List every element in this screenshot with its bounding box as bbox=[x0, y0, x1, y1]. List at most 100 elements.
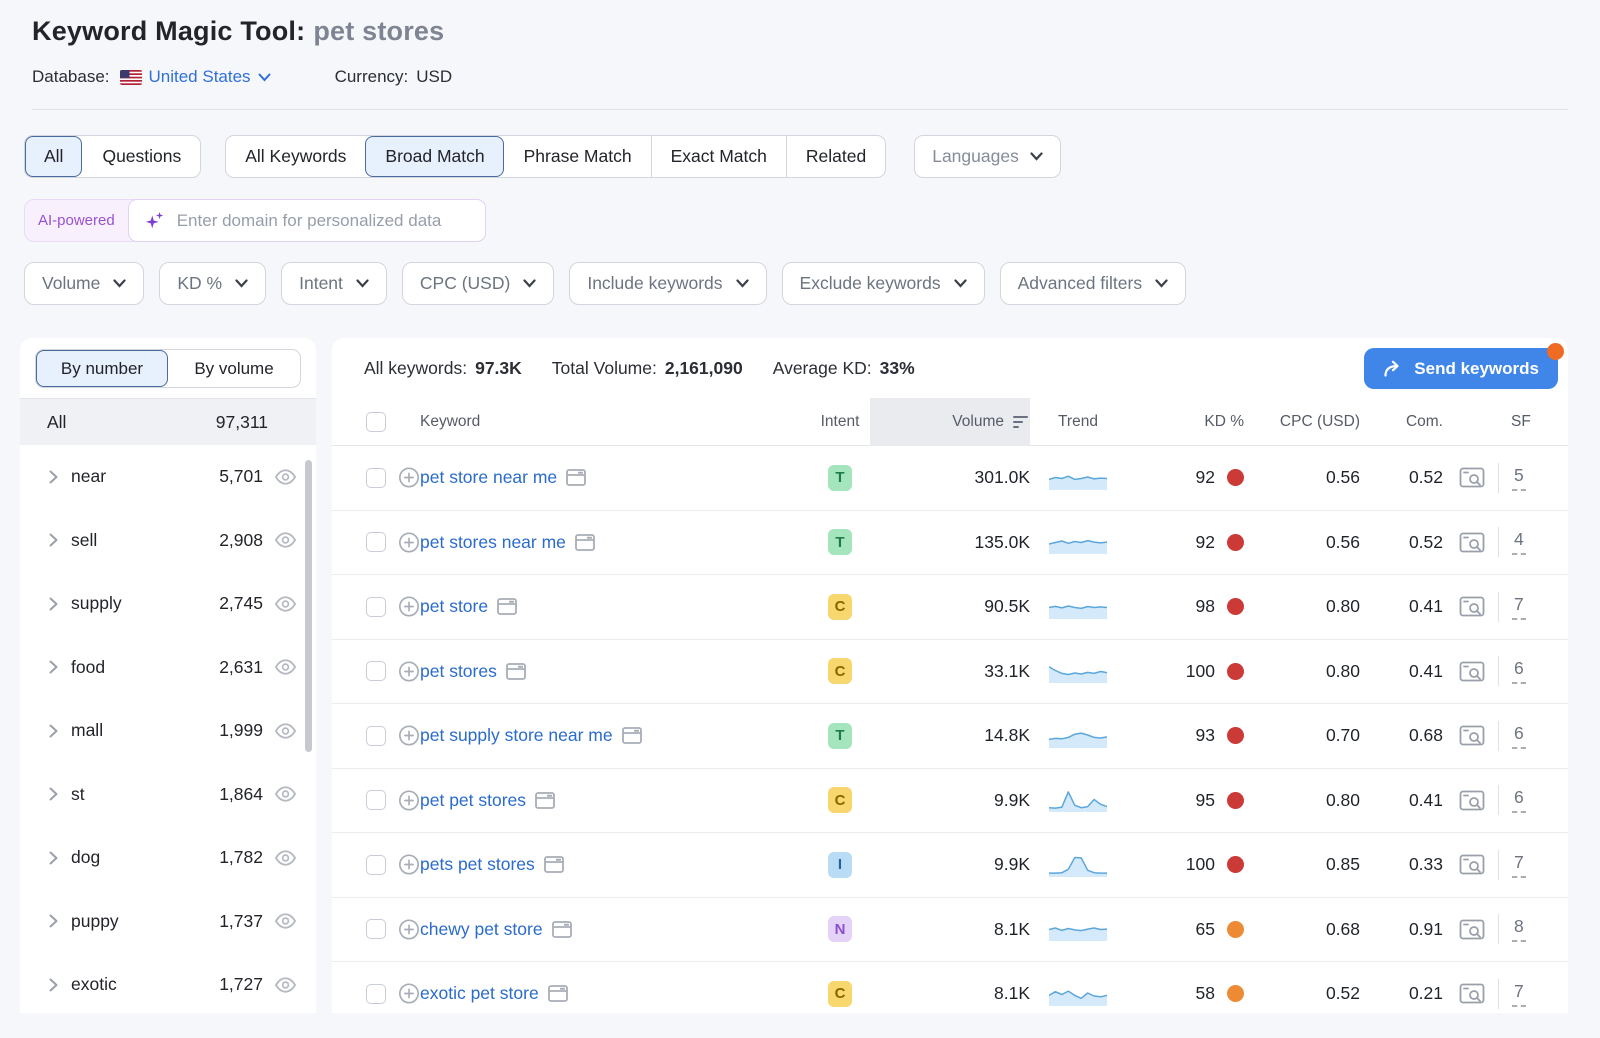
tab-all-keywords[interactable]: All Keywords bbox=[226, 136, 365, 177]
sidebar-group-dog[interactable]: dog 1,782 bbox=[20, 826, 316, 890]
keyword-link[interactable]: pet stores near me bbox=[420, 532, 566, 553]
sidebar-scrollbar[interactable] bbox=[305, 460, 312, 752]
serp-preview-icon[interactable] bbox=[1459, 854, 1485, 875]
filter-include-keywords[interactable]: Include keywords bbox=[569, 262, 766, 305]
sf-value[interactable]: 5 bbox=[1512, 465, 1526, 491]
eye-icon[interactable] bbox=[274, 532, 297, 548]
sidebar-group-supply[interactable]: supply 2,745 bbox=[20, 572, 316, 636]
add-keyword-icon[interactable] bbox=[398, 853, 420, 876]
tab-broad-match[interactable]: Broad Match bbox=[365, 136, 503, 177]
serp-preview-icon[interactable] bbox=[1459, 532, 1485, 553]
filter-advanced-filters[interactable]: Advanced filters bbox=[1000, 262, 1187, 305]
eye-icon[interactable] bbox=[274, 469, 297, 485]
select-all-checkbox[interactable] bbox=[366, 412, 386, 432]
send-keywords-button[interactable]: Send keywords bbox=[1364, 348, 1558, 389]
serp-preview-icon[interactable] bbox=[1459, 725, 1485, 746]
col-trend[interactable]: Trend bbox=[1030, 413, 1126, 431]
keyword-link[interactable]: pet stores bbox=[420, 661, 497, 682]
sort-by-number-tab[interactable]: By number bbox=[36, 350, 168, 387]
serp-window-icon[interactable] bbox=[535, 792, 555, 809]
keyword-link[interactable]: pet store near me bbox=[420, 467, 557, 488]
sf-value[interactable]: 6 bbox=[1512, 787, 1526, 813]
col-keyword[interactable]: Keyword bbox=[420, 413, 810, 431]
domain-input[interactable]: Enter domain for personalized data bbox=[128, 199, 486, 242]
row-checkbox[interactable] bbox=[366, 726, 386, 746]
serp-window-icon[interactable] bbox=[575, 534, 595, 551]
filter-kd[interactable]: KD % bbox=[159, 262, 266, 305]
col-com[interactable]: Com. bbox=[1360, 413, 1443, 431]
filter-intent[interactable]: Intent bbox=[281, 262, 387, 305]
sidebar-group-st[interactable]: st 1,864 bbox=[20, 763, 316, 827]
keyword-link[interactable]: chewy pet store bbox=[420, 919, 543, 940]
sidebar-all-row[interactable]: All 97,311 bbox=[20, 398, 316, 445]
col-cpc[interactable]: CPC (USD) bbox=[1244, 413, 1360, 431]
sidebar-group-exotic[interactable]: exotic 1,727 bbox=[20, 953, 316, 1013]
eye-icon[interactable] bbox=[274, 913, 297, 929]
sf-value[interactable]: 7 bbox=[1512, 594, 1526, 620]
serp-preview-icon[interactable] bbox=[1459, 661, 1485, 682]
serp-window-icon[interactable] bbox=[622, 727, 642, 744]
eye-icon[interactable] bbox=[274, 977, 297, 993]
serp-preview-icon[interactable] bbox=[1459, 983, 1485, 1004]
sf-value[interactable]: 4 bbox=[1512, 529, 1526, 555]
serp-preview-icon[interactable] bbox=[1459, 790, 1485, 811]
serp-window-icon[interactable] bbox=[548, 985, 568, 1002]
col-intent[interactable]: Intent bbox=[810, 413, 870, 431]
tab-phrase-match[interactable]: Phrase Match bbox=[504, 136, 651, 177]
row-checkbox[interactable] bbox=[366, 919, 386, 939]
add-keyword-icon[interactable] bbox=[398, 918, 420, 941]
serp-window-icon[interactable] bbox=[544, 856, 564, 873]
sidebar-group-mall[interactable]: mall 1,999 bbox=[20, 699, 316, 763]
sf-value[interactable]: 6 bbox=[1512, 723, 1526, 749]
tab-exact-match[interactable]: Exact Match bbox=[651, 136, 786, 177]
sidebar-group-food[interactable]: food 2,631 bbox=[20, 636, 316, 700]
add-keyword-icon[interactable] bbox=[398, 724, 420, 747]
col-kd[interactable]: KD % bbox=[1126, 413, 1244, 431]
row-checkbox[interactable] bbox=[366, 597, 386, 617]
add-keyword-icon[interactable] bbox=[398, 660, 420, 683]
tab-related[interactable]: Related bbox=[786, 136, 885, 177]
filter-exclude-keywords[interactable]: Exclude keywords bbox=[782, 262, 985, 305]
keyword-link[interactable]: pet supply store near me bbox=[420, 725, 613, 746]
sidebar-group-near[interactable]: near 5,701 bbox=[20, 445, 316, 509]
keyword-link[interactable]: exotic pet store bbox=[420, 983, 539, 1004]
add-keyword-icon[interactable] bbox=[398, 466, 420, 489]
serp-preview-icon[interactable] bbox=[1459, 596, 1485, 617]
languages-dropdown[interactable]: Languages bbox=[914, 135, 1061, 178]
eye-icon[interactable] bbox=[274, 786, 297, 802]
filter-volume[interactable]: Volume bbox=[24, 262, 144, 305]
add-keyword-icon[interactable] bbox=[398, 982, 420, 1005]
eye-icon[interactable] bbox=[274, 850, 297, 866]
row-checkbox[interactable] bbox=[366, 661, 386, 681]
eye-icon[interactable] bbox=[274, 723, 297, 739]
add-keyword-icon[interactable] bbox=[398, 531, 420, 554]
tab-questions[interactable]: Questions bbox=[82, 136, 200, 177]
keyword-link[interactable]: pets pet stores bbox=[420, 854, 535, 875]
add-keyword-icon[interactable] bbox=[398, 595, 420, 618]
eye-icon[interactable] bbox=[274, 596, 297, 612]
sf-value[interactable]: 7 bbox=[1512, 852, 1526, 878]
sidebar-group-puppy[interactable]: puppy 1,737 bbox=[20, 890, 316, 954]
serp-window-icon[interactable] bbox=[566, 469, 586, 486]
row-checkbox[interactable] bbox=[366, 532, 386, 552]
sf-value[interactable]: 8 bbox=[1512, 916, 1526, 942]
row-checkbox[interactable] bbox=[366, 984, 386, 1004]
serp-preview-icon[interactable] bbox=[1459, 919, 1485, 940]
col-sf[interactable]: SF bbox=[1443, 413, 1568, 431]
row-checkbox[interactable] bbox=[366, 468, 386, 488]
keyword-link[interactable]: pet store bbox=[420, 596, 488, 617]
col-volume[interactable]: Volume bbox=[870, 398, 1030, 446]
eye-icon[interactable] bbox=[274, 659, 297, 675]
serp-window-icon[interactable] bbox=[506, 663, 526, 680]
row-checkbox[interactable] bbox=[366, 855, 386, 875]
serp-preview-icon[interactable] bbox=[1459, 467, 1485, 488]
sidebar-group-sell[interactable]: sell 2,908 bbox=[20, 509, 316, 573]
add-keyword-icon[interactable] bbox=[398, 789, 420, 812]
sf-value[interactable]: 6 bbox=[1512, 658, 1526, 684]
row-checkbox[interactable] bbox=[366, 790, 386, 810]
sf-value[interactable]: 7 bbox=[1512, 981, 1526, 1007]
sort-by-volume-tab[interactable]: By volume bbox=[168, 350, 300, 387]
database-select[interactable]: United States bbox=[120, 67, 271, 87]
serp-window-icon[interactable] bbox=[497, 598, 517, 615]
serp-window-icon[interactable] bbox=[552, 921, 572, 938]
